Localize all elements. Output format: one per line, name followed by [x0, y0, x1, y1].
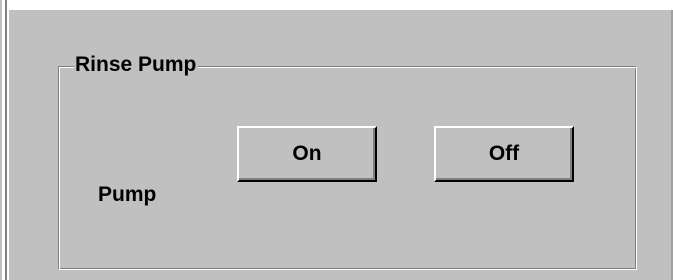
control-panel: Rinse Pump Pump On Off	[9, 10, 673, 280]
groupbox-title: Rinse Pump	[74, 53, 199, 77]
rinse-pump-groupbox: Rinse Pump Pump On Off	[58, 53, 637, 270]
screen: Rinse Pump Pump On Off	[0, 0, 673, 280]
pump-off-button[interactable]: Off	[434, 126, 574, 182]
pump-on-button[interactable]: On	[237, 126, 377, 182]
pump-label: Pump	[98, 183, 157, 206]
left-separator-line	[0, 0, 2, 280]
